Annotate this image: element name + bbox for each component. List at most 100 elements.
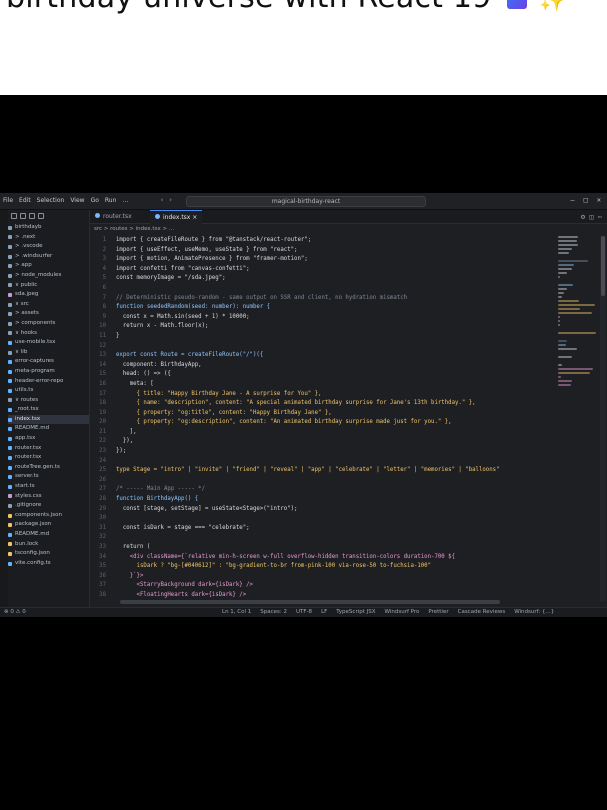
code-line[interactable]: 6 — [90, 284, 552, 294]
status-item[interactable]: Windsurf Pro — [385, 608, 420, 617]
maximize-icon[interactable]: □ — [584, 196, 588, 204]
new-file-icon[interactable] — [11, 213, 17, 219]
command-search-box[interactable]: magical-birthday-react — [186, 196, 426, 207]
code-line[interactable]: 1 import { createFileRoute } from "@tanst… — [90, 236, 552, 246]
file-tree-item[interactable]: birthdayb — [8, 223, 89, 233]
file-tree-item[interactable]: ∨ src — [8, 300, 89, 310]
menu-item[interactable]: Selection — [37, 197, 65, 204]
menu-item[interactable]: File — [3, 197, 13, 204]
file-tree-item[interactable]: ∨ routes — [8, 396, 89, 406]
code-line[interactable]: 21 ], — [90, 428, 552, 438]
code-line[interactable]: 7 // Deterministic pseudo-random - same o… — [90, 294, 552, 304]
tab-index[interactable]: index.tsx × — [150, 210, 203, 224]
refresh-icon[interactable] — [29, 213, 35, 219]
file-tree-item[interactable]: server.ts — [8, 472, 89, 482]
file-tree-item[interactable]: vite.config.ts — [8, 559, 89, 569]
code-line[interactable]: 28 function BirthdayApp() { — [90, 495, 552, 505]
code-line[interactable]: 17 { title: "Happy Birthday Jane - A sur… — [90, 390, 552, 400]
vertical-scrollbar[interactable] — [600, 236, 606, 601]
code-line[interactable]: 3 import { motion, AnimatePresence } from… — [90, 255, 552, 265]
code-line[interactable]: 18 { name: "description", content: "A sp… — [90, 399, 552, 409]
file-tree-item[interactable]: styles.css — [8, 492, 89, 502]
file-tree-item[interactable]: index.tsx — [8, 414, 89, 425]
menu-item[interactable]: … — [122, 197, 128, 204]
file-tree-item[interactable]: bun.lock — [8, 540, 89, 550]
file-tree-item[interactable]: > node_modules — [8, 271, 89, 281]
code-line[interactable]: 19 { property: "og:title", content: "Hap… — [90, 409, 552, 419]
file-tree-item[interactable]: start.ts — [8, 482, 89, 492]
code-line[interactable]: 31 const isDark = stage === "celebrate"; — [90, 524, 552, 534]
file-tree-item[interactable]: router.tsx — [8, 453, 89, 463]
code-line[interactable]: 8 function seededRandom(seed: number): nu… — [90, 303, 552, 313]
file-tree-item[interactable]: router.tsx — [8, 444, 89, 454]
status-item[interactable]: Spaces: 2 — [260, 608, 287, 617]
code-line[interactable]: 4 import confetti from "canvas-confetti"; — [90, 265, 552, 275]
nav-arrows-icon[interactable]: ‹ › — [160, 196, 173, 204]
code-line[interactable]: 32 — [90, 533, 552, 543]
code-line[interactable]: 29 const [stage, setStage] = useState<St… — [90, 505, 552, 515]
file-tree-item[interactable]: use-mobile.tsx — [8, 338, 89, 348]
tab-router[interactable]: router.tsx — [90, 210, 137, 224]
scroll-thumb[interactable] — [601, 236, 605, 296]
problems-status[interactable]: ⊗ 0 ⚠ 0 — [4, 608, 26, 617]
file-tree-item[interactable]: README.md — [8, 424, 89, 434]
code-line[interactable]: 15 head: () => ({ — [90, 370, 552, 380]
code-line[interactable]: 37 <StarryBackground dark={isDark} /> — [90, 581, 552, 591]
breadcrumb[interactable]: src > routes > index.tsx > … — [90, 226, 174, 235]
file-tree-item[interactable]: README.md — [8, 530, 89, 540]
menu-item[interactable]: Edit — [19, 197, 31, 204]
file-tree-item[interactable]: > components — [8, 319, 89, 329]
code-line[interactable]: 35 isDark ? "bg-[#040612]" : "bg-gradien… — [90, 562, 552, 572]
file-tree-item[interactable]: ∨ lib — [8, 348, 89, 358]
file-tree-item[interactable]: header-error-repo — [8, 377, 89, 387]
code-line[interactable]: 34 <div className={`relative min-h-scree… — [90, 553, 552, 563]
file-tree-item[interactable]: utils.ts — [8, 386, 89, 396]
status-item[interactable]: UTF-8 — [296, 608, 312, 617]
file-tree-item[interactable]: _root.tsx — [8, 405, 89, 415]
file-tree-item[interactable]: > app — [8, 261, 89, 271]
file-tree-item[interactable]: ∨ public — [8, 281, 89, 291]
code-area[interactable]: 1 import { createFileRoute } from "@tanst… — [90, 236, 552, 601]
file-tree-item[interactable]: sda.jpeg — [8, 290, 89, 300]
code-line[interactable]: 5 const memoryImage = "/sda.jpeg"; — [90, 274, 552, 284]
code-line[interactable]: 30 — [90, 514, 552, 524]
file-tree-item[interactable]: tsconfig.json — [8, 549, 89, 559]
file-tree-item[interactable]: > .windsurfer — [8, 252, 89, 262]
file-tree-item[interactable]: app.tsx — [8, 434, 89, 444]
file-tree-item[interactable]: routeTree.gen.ts — [8, 463, 89, 473]
status-item[interactable]: Cascade Reviews — [458, 608, 506, 617]
file-tree-item[interactable]: package.json — [8, 520, 89, 530]
code-line[interactable]: 13 export const Route = createFileRoute("… — [90, 351, 552, 361]
minimize-icon[interactable]: – — [570, 196, 574, 204]
status-item[interactable]: Prettier — [428, 608, 448, 617]
status-item[interactable]: LF — [321, 608, 327, 617]
menu-item[interactable]: Run — [105, 197, 117, 204]
minimap[interactable] — [558, 236, 598, 601]
menu-item[interactable]: View — [70, 197, 84, 204]
code-line[interactable]: 23}); — [90, 447, 552, 457]
code-line[interactable]: 22 }), — [90, 437, 552, 447]
file-tree-item[interactable]: error-captures — [8, 357, 89, 367]
code-line[interactable]: 14 component: BirthdayApp, — [90, 361, 552, 371]
file-tree-item[interactable]: components.json — [8, 511, 89, 521]
code-line[interactable]: 9 const x = Math.sin(seed + 1) * 10000; — [90, 313, 552, 323]
menu-item[interactable]: Go — [91, 197, 99, 204]
file-tree-item[interactable]: meta-program — [8, 367, 89, 377]
file-tree-item[interactable]: .gitignore — [8, 501, 89, 511]
code-line[interactable]: 36 }`}> — [90, 572, 552, 582]
code-line[interactable]: 10 return x - Math.floor(x); — [90, 322, 552, 332]
editor-actions-icon[interactable]: ⚙ ◫ ⋯ — [581, 213, 602, 221]
code-line[interactable]: 33 return ( — [90, 543, 552, 553]
code-line[interactable]: 16 meta: [ — [90, 380, 552, 390]
code-line[interactable]: 27 /* ----- Main App ----- */ — [90, 485, 552, 495]
close-window-icon[interactable]: ✕ — [597, 196, 601, 204]
code-line[interactable]: 25 type Stage = "intro" | "invite" | "fri… — [90, 466, 552, 476]
new-folder-icon[interactable] — [20, 213, 26, 219]
horizontal-scrollbar[interactable] — [120, 600, 500, 604]
status-item[interactable]: TypeScript JSX — [336, 608, 375, 617]
status-item[interactable]: Windsurf: {...} — [514, 608, 554, 617]
code-line[interactable]: 11} — [90, 332, 552, 342]
file-tree-item[interactable]: ∨ hooks — [8, 329, 89, 339]
code-line[interactable]: 12 — [90, 342, 552, 352]
file-tree-item[interactable]: > assets — [8, 309, 89, 319]
